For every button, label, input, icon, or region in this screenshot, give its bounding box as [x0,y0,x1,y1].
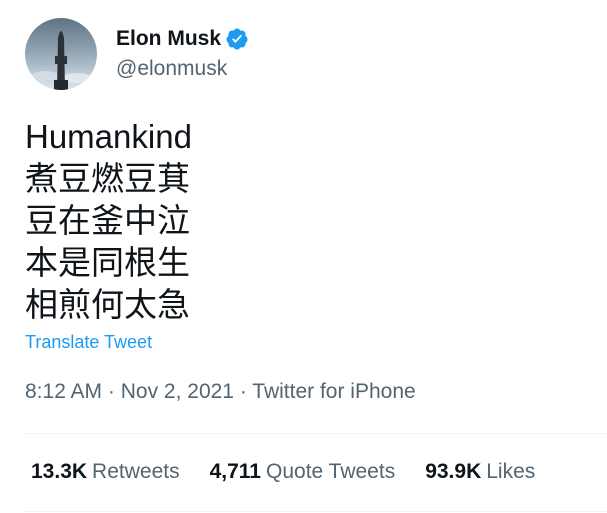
retweets-stat[interactable]: 13.3K Retweets [31,459,180,485]
likes-stat[interactable]: 93.9K Likes [425,459,535,485]
display-name[interactable]: Elon Musk [116,26,221,52]
tweet-source[interactable]: Twitter for iPhone [252,380,415,403]
tweet-text: Humankind 煮豆燃豆萁 豆在釜中泣 本是同根生 相煎何太急 [25,116,192,326]
quote-tweets-count: 4,711 [209,460,261,483]
tweet-metadata: 8:12 AM · Nov 2, 2021 · Twitter for iPho… [25,379,416,405]
username-handle[interactable]: @elonmusk [116,56,249,82]
tweet-line: 相煎何太急 [25,286,190,323]
tweet-line: 豆在釜中泣 [25,202,190,239]
tweet-line: 煮豆燃豆萁 [25,160,190,197]
quote-tweets-label: Quote Tweets [266,460,396,483]
engagement-stats: 13.3K Retweets 4,711 Quote Tweets 93.9K Lik… [31,459,565,485]
divider [25,433,607,434]
tweet-date[interactable]: Nov 2, 2021 [121,380,234,403]
avatar[interactable] [25,18,97,90]
tweet-header: Elon Musk @elonmusk [25,18,249,90]
likes-count: 93.9K [425,460,482,483]
user-info: Elon Musk @elonmusk [116,26,249,82]
divider [25,511,607,512]
separator-dot: · [239,380,253,403]
name-row: Elon Musk [116,26,249,52]
quote-tweets-stat[interactable]: 4,711 Quote Tweets [210,459,396,485]
tweet-line: 本是同根生 [25,244,190,281]
separator-dot: · [107,380,121,403]
retweets-label: Retweets [92,460,180,483]
retweets-count: 13.3K [31,460,88,483]
translate-tweet-link[interactable]: Translate Tweet [25,331,152,353]
verified-badge-icon [225,27,249,51]
likes-label: Likes [486,460,536,483]
tweet-time[interactable]: 8:12 AM [25,380,102,403]
starship-avatar-image [31,31,93,90]
tweet: Elon Musk @elonmusk Humankind 煮豆燃豆萁 豆在釜中… [0,0,607,513]
tweet-line: Humankind [25,118,192,155]
